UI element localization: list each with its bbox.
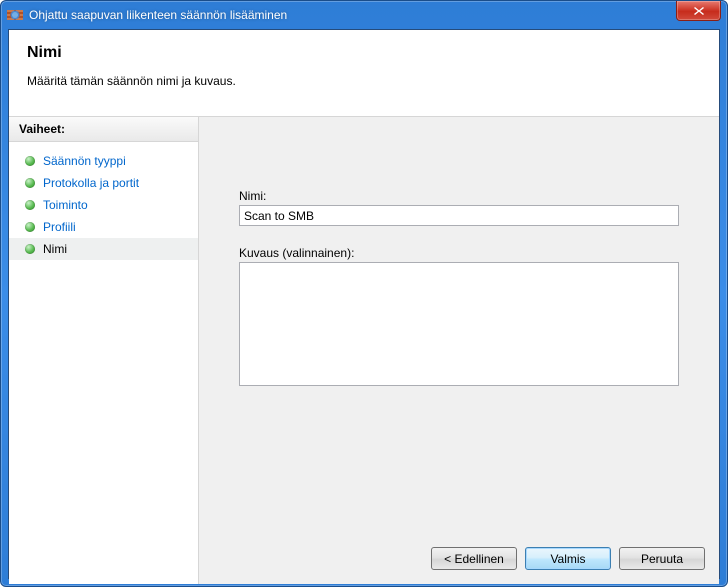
window-title: Ohjattu saapuvan liikenteen säännön lisä… [29, 8, 676, 22]
description-label: Kuvaus (valinnainen): [239, 246, 679, 260]
step-label: Nimi [43, 242, 67, 256]
step-name[interactable]: Nimi [9, 238, 198, 260]
page-subtitle: Määritä tämän säännön nimi ja kuvaus. [27, 74, 701, 88]
bullet-icon [25, 244, 35, 254]
wizard-main: Nimi: Kuvaus (valinnainen): < Edellinen … [199, 117, 719, 584]
bullet-icon [25, 200, 35, 210]
wizard-sidebar: Vaiheet: Säännön tyyppi Protokolla ja po… [9, 117, 199, 584]
title-bar: Ohjattu saapuvan liikenteen säännön lisä… [1, 1, 727, 29]
name-input[interactable] [239, 205, 679, 226]
wizard-body: Vaiheet: Säännön tyyppi Protokolla ja po… [9, 117, 719, 584]
step-label: Toiminto [43, 198, 88, 212]
bullet-icon [25, 156, 35, 166]
step-rule-type[interactable]: Säännön tyyppi [9, 150, 198, 172]
form: Nimi: Kuvaus (valinnainen): [199, 117, 719, 389]
sidebar-heading: Vaiheet: [9, 117, 198, 142]
finish-button[interactable]: Valmis [525, 547, 611, 570]
wizard-header: Nimi Määritä tämän säännön nimi ja kuvau… [9, 30, 719, 117]
step-label: Protokolla ja portit [43, 176, 139, 190]
firewall-icon [7, 7, 23, 23]
button-row: < Edellinen Valmis Peruuta [431, 547, 705, 570]
cancel-button[interactable]: Peruuta [619, 547, 705, 570]
steps-list: Säännön tyyppi Protokolla ja portit Toim… [9, 142, 198, 268]
close-icon [693, 6, 705, 16]
step-protocol-ports[interactable]: Protokolla ja portit [9, 172, 198, 194]
name-label: Nimi: [239, 189, 679, 203]
step-profile[interactable]: Profiili [9, 216, 198, 238]
client-area: Nimi Määritä tämän säännön nimi ja kuvau… [8, 29, 720, 579]
step-label: Profiili [43, 220, 76, 234]
wizard-window: Ohjattu saapuvan liikenteen säännön lisä… [0, 0, 728, 587]
bullet-icon [25, 222, 35, 232]
page-title: Nimi [27, 44, 701, 62]
description-input[interactable] [239, 262, 679, 386]
close-button[interactable] [676, 1, 721, 21]
bullet-icon [25, 178, 35, 188]
back-button[interactable]: < Edellinen [431, 547, 517, 570]
step-label: Säännön tyyppi [43, 154, 126, 168]
step-action[interactable]: Toiminto [9, 194, 198, 216]
